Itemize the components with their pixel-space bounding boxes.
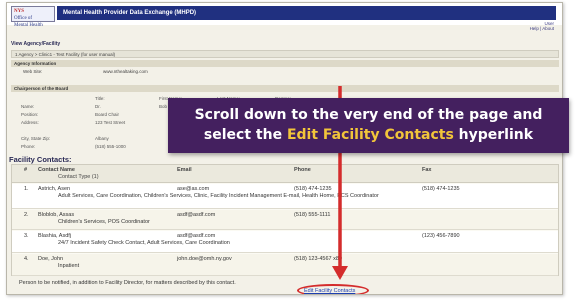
- col-fax: Fax: [422, 167, 432, 173]
- col-contact-name: Contact Name: [38, 167, 75, 173]
- help-about-link[interactable]: Help | About: [530, 26, 554, 31]
- contacts-footnote: Person to be notified, in addition to Fa…: [19, 280, 236, 286]
- logo-line-1: NYS: [14, 9, 25, 14]
- web-site-row: Web Site: www.nthealtaking.com: [11, 68, 559, 76]
- row-value: Albany: [95, 136, 109, 141]
- row-num: 2.: [24, 212, 29, 218]
- web-site-value: www.nthealtaking.com: [103, 69, 148, 74]
- facility-contacts-table: # Contact Name Contact Type (1) Email Ph…: [11, 164, 559, 276]
- row-label: City, State Zip:: [21, 136, 51, 141]
- row-num: 3.: [24, 233, 29, 239]
- callout-highlight: Edit Facility Contacts: [286, 127, 454, 143]
- row-value: 123 Test Street: [95, 120, 126, 125]
- contact-roles: Adult Services, Care Coordination, Child…: [58, 193, 379, 199]
- row-num: 1.: [24, 186, 29, 192]
- contact-phone: (518) 555-1111: [294, 212, 331, 218]
- web-site-label: Web Site:: [23, 69, 43, 74]
- row-value: Dr.: [95, 104, 101, 109]
- col-num: #: [24, 167, 28, 173]
- contact-email: asdf@asdf.com: [177, 212, 216, 218]
- user-links[interactable]: User Help | About: [530, 21, 554, 31]
- contact-roles: Inpatient: [58, 263, 80, 269]
- row-label: Phone:: [21, 144, 36, 149]
- contact-fax: (123) 456-7890: [422, 233, 460, 239]
- row-value: Board Chair: [95, 112, 120, 117]
- app-title: Mental Health Provider Data Exchange (MH…: [57, 6, 556, 20]
- contact-name: Doe, John: [38, 256, 64, 262]
- contact-fax: (518) 474-1235: [422, 186, 460, 192]
- facility-contacts-header: Facility Contacts:: [9, 155, 72, 164]
- chairperson-header: Chairperson of the Board: [11, 85, 559, 92]
- col-title: Title:: [95, 96, 105, 101]
- header-band: NYS Office of Mental Health Mental Healt…: [7, 3, 562, 28]
- contact-roles: 24/7 Incident Safety Check Contact, Adul…: [58, 240, 230, 246]
- table-row: 3. Blashia, Asdfj asdf@asdf.com (123) 45…: [12, 231, 558, 253]
- callout-prefix: select the: [203, 127, 287, 143]
- table-row: 2. Bloblob, Assas asdf@asdf.com (518) 55…: [12, 210, 558, 230]
- table-row: 1. Astrich, Asen ase@as.com (518) 474-12…: [12, 184, 558, 209]
- callout-line-1: Scroll down to the very end of the page …: [194, 107, 543, 123]
- col-phone: Phone: [294, 167, 311, 173]
- page-title: View Agency/Facility: [11, 41, 61, 47]
- contact-name: Bloblob, Assas: [38, 212, 75, 218]
- omh-logo: NYS Office of Mental Health: [11, 6, 55, 28]
- contact-roles: Children's Services, POS Coordinator: [58, 219, 150, 225]
- logo-line-2: Office of: [14, 16, 33, 21]
- callout-line-2: select the Edit Facility Contacts hyperl…: [168, 125, 569, 145]
- facility-contacts-column-headers: # Contact Name Contact Type (1) Email Ph…: [12, 165, 558, 183]
- col-email: Email: [177, 167, 192, 173]
- contact-name: Astrich, Asen: [38, 186, 71, 192]
- contact-phone: (518) 474-1235: [294, 186, 332, 192]
- contact-name: Blashia, Asdfj: [38, 233, 72, 239]
- edit-facility-contacts-link[interactable]: Edit Facility Contacts: [304, 288, 355, 294]
- breadcrumb[interactable]: 1 Agency > Clinic1 - Test Facility (for …: [11, 50, 559, 58]
- contact-email: john.doe@omh.ny.gov: [177, 256, 232, 262]
- contact-email: ase@as.com: [177, 186, 210, 192]
- row-label: Name:: [21, 104, 35, 109]
- table-row: 4. Doe, John john.doe@omh.ny.gov (518) 1…: [12, 254, 558, 276]
- contact-email: asdf@asdf.com: [177, 233, 216, 239]
- row-label: Position:: [21, 112, 39, 117]
- row-value: Bob: [159, 104, 168, 109]
- callout-suffix: hyperlink: [453, 127, 534, 143]
- agency-info-header: Agency Information: [11, 60, 559, 67]
- instruction-callout: Scroll down to the very end of the page …: [168, 98, 569, 153]
- row-value: (518) 555-1000: [95, 144, 126, 149]
- row-num: 4.: [24, 256, 29, 262]
- contact-phone: (518) 123-4567 x89: [294, 256, 343, 262]
- row-label: Address:: [21, 120, 39, 125]
- col-contact-type: Contact Type (1): [58, 174, 99, 180]
- logo-line-3: Mental Health: [14, 23, 43, 28]
